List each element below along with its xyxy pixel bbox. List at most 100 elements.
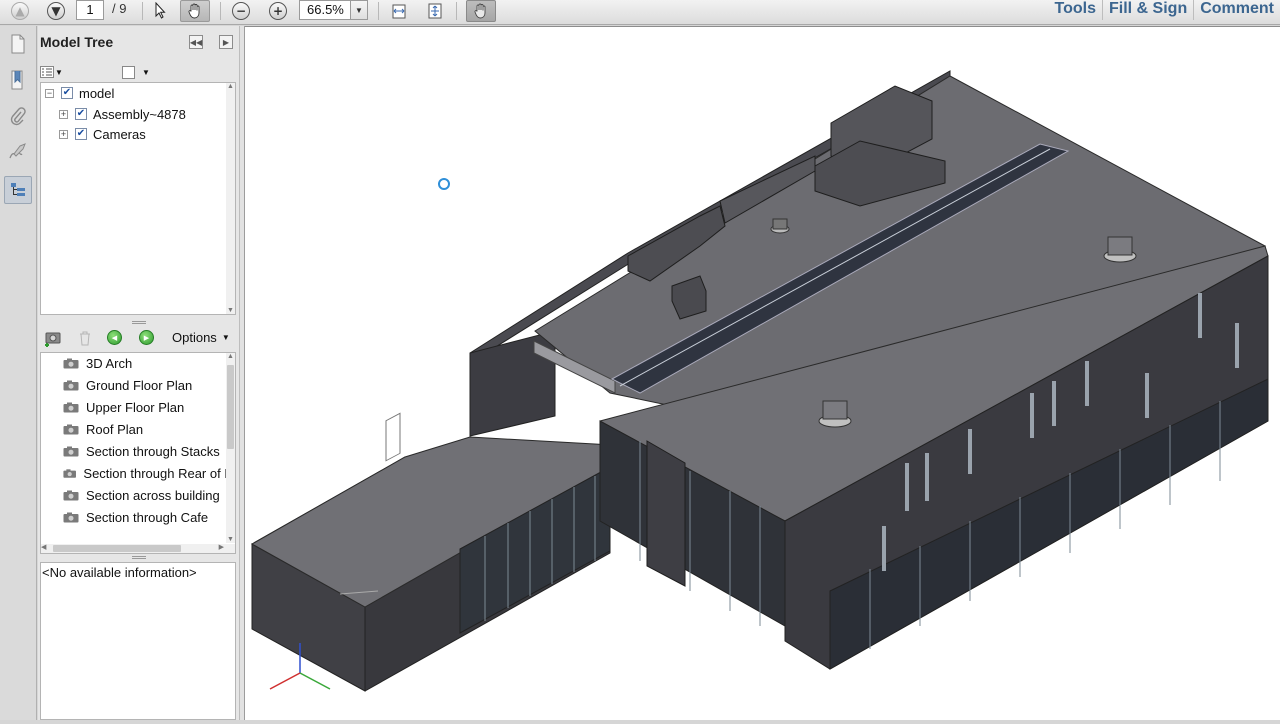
scroll-down-icon[interactable]: ▼ xyxy=(227,307,234,314)
views-vertical-scrollbar[interactable]: ▲ ▼ xyxy=(226,353,235,543)
tree-item-cameras[interactable]: + ✔ Cameras xyxy=(59,125,146,143)
visibility-checkbox[interactable]: ✔ xyxy=(75,108,87,120)
expand-icon[interactable]: + xyxy=(59,129,68,139)
page-thumbnails-button[interactable] xyxy=(6,32,30,56)
scroll-right-icon[interactable]: ▶ xyxy=(219,543,224,551)
chevron-down-icon: ▼ xyxy=(221,333,230,342)
views-list: 3D Arch Ground Floor Plan Upper Floor Pl… xyxy=(40,352,236,554)
zoom-in-button[interactable]: + xyxy=(268,0,288,22)
next-page-button[interactable]: ▼ xyxy=(46,0,66,22)
view-item-ground-floor[interactable]: Ground Floor Plan xyxy=(63,375,192,395)
view-item-roof-plan[interactable]: Roof Plan xyxy=(63,419,143,439)
scroll-down-icon[interactable]: ▼ xyxy=(227,536,234,543)
tree-item-assembly[interactable]: + ✔ Assembly~4878 xyxy=(59,105,186,123)
camera-icon xyxy=(63,424,79,434)
3d-viewport[interactable] xyxy=(245,26,1280,720)
tree-item-label: Cameras xyxy=(93,126,146,142)
view-item-upper-floor[interactable]: Upper Floor Plan xyxy=(63,397,184,417)
panel-options-button[interactable]: ▶ xyxy=(219,35,233,49)
bookmarks-button[interactable] xyxy=(6,68,30,92)
model-tree-panel: Model Tree ◀◀ ▶ ▼ ▼ − ✔ model + ✔ Assemb… xyxy=(38,26,239,720)
panel-resize-grip[interactable] xyxy=(132,556,146,559)
options-label: Options xyxy=(172,330,217,345)
tree-item-label: model xyxy=(79,85,115,101)
fit-page-button[interactable] xyxy=(424,0,446,22)
tools-link[interactable]: Tools xyxy=(1049,0,1102,20)
scroll-thumb[interactable] xyxy=(227,365,234,449)
comment-link[interactable]: Comment xyxy=(1193,0,1280,20)
view-label: Section through Cafe xyxy=(86,509,209,525)
toolbar-divider xyxy=(378,2,379,20)
fill-sign-link[interactable]: Fill & Sign xyxy=(1102,0,1193,20)
expand-icon[interactable]: + xyxy=(59,109,68,119)
cursor-marker xyxy=(438,178,450,190)
page-total: / 9 xyxy=(112,1,127,16)
hand-icon xyxy=(474,3,486,19)
triangle-right-icon: ▶ xyxy=(222,37,230,47)
plus-icon: + xyxy=(269,2,287,20)
view-label: Ground Floor Plan xyxy=(86,377,193,393)
camera-icon xyxy=(63,490,79,500)
read-mode-button[interactable] xyxy=(466,0,496,22)
views-horizontal-scrollbar[interactable]: ◀ ▶ xyxy=(41,544,235,553)
tree-options-row: ▼ ▼ xyxy=(38,63,239,83)
view-label: Roof Plan xyxy=(86,421,144,437)
zoom-out-button[interactable]: − xyxy=(231,0,251,22)
scroll-thumb[interactable] xyxy=(53,545,181,552)
scroll-left-icon[interactable]: ◀ xyxy=(41,543,46,551)
tree-item-label: Assembly~4878 xyxy=(93,106,186,122)
previous-page-button[interactable]: ▲ xyxy=(10,0,30,22)
chevron-down-icon: ▼ xyxy=(142,68,150,77)
color-swatch xyxy=(122,66,135,79)
fit-page-icon xyxy=(428,3,442,19)
tree-item-model[interactable]: − ✔ model xyxy=(45,84,114,102)
attachments-button[interactable] xyxy=(6,104,30,128)
hand-icon xyxy=(188,3,200,19)
model-tree: − ✔ model + ✔ Assembly~4878 + ✔ Cameras … xyxy=(40,82,236,315)
collapse-icon[interactable]: − xyxy=(45,88,54,98)
toolbar-divider xyxy=(142,2,143,20)
next-view-button[interactable]: ▶ xyxy=(139,330,154,345)
camera-icon xyxy=(63,512,79,522)
visibility-checkbox[interactable]: ✔ xyxy=(61,87,73,99)
view-item-section-rear[interactable]: Section through Rear of E xyxy=(63,463,233,483)
view-item-section-cafe[interactable]: Section through Cafe xyxy=(63,507,208,527)
panel-title: Model Tree xyxy=(40,34,114,50)
model-tree-button[interactable] xyxy=(4,176,32,204)
tree-view-options[interactable]: ▼ xyxy=(40,66,63,78)
object-info-panel: <No available information> xyxy=(40,562,236,720)
zoom-level-input[interactable]: 66.5% xyxy=(299,0,351,20)
double-chevron-left-icon: ◀◀ xyxy=(189,37,203,47)
camera-icon xyxy=(63,358,79,368)
scroll-up-icon[interactable]: ▲ xyxy=(227,83,234,90)
panel-resize-grip[interactable] xyxy=(132,321,146,324)
view-item-3d-arch[interactable]: 3D Arch xyxy=(63,353,132,373)
tree-vertical-scrollbar[interactable]: ▲ ▼ xyxy=(226,83,235,314)
view-label: Section through Stacks xyxy=(86,443,220,459)
background-color-picker[interactable]: ▼ xyxy=(122,66,150,79)
page-number-input[interactable]: 1 xyxy=(76,0,104,20)
scroll-up-icon[interactable]: ▲ xyxy=(227,353,234,360)
hand-tool-button[interactable] xyxy=(180,0,210,22)
view-label: 3D Arch xyxy=(86,355,133,371)
views-options-menu[interactable]: Options ▼ xyxy=(172,330,230,345)
fit-width-button[interactable] xyxy=(388,0,410,22)
zoom-dropdown-button[interactable]: ▼ xyxy=(351,0,368,20)
previous-view-button[interactable]: ◀ xyxy=(107,330,122,345)
create-view-button[interactable] xyxy=(44,329,64,350)
signatures-button[interactable] xyxy=(6,140,30,164)
camera-icon xyxy=(63,402,79,412)
view-item-section-stacks[interactable]: Section through Stacks xyxy=(63,441,220,461)
top-links: Tools Fill & Sign Comment xyxy=(1049,0,1280,20)
fit-width-icon xyxy=(392,4,406,19)
view-item-section-across[interactable]: Section across building xyxy=(63,485,220,505)
info-text: <No available information> xyxy=(42,565,197,580)
select-tool-button[interactable] xyxy=(150,0,170,22)
collapse-panel-button[interactable]: ◀◀ xyxy=(189,35,203,49)
list-options-icon xyxy=(40,66,54,78)
visibility-checkbox[interactable]: ✔ xyxy=(75,128,87,140)
building-model[interactable] xyxy=(245,27,1280,721)
model-tree-icon xyxy=(11,183,25,196)
toolbar-divider xyxy=(456,2,457,20)
delete-view-button[interactable] xyxy=(78,330,92,349)
